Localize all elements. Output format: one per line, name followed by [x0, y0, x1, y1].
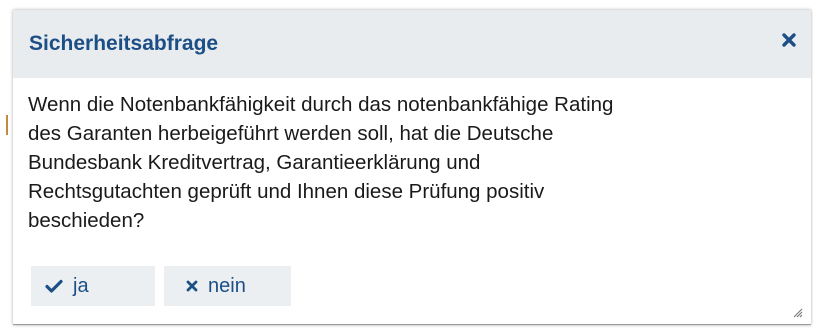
background-edge-mark: [6, 115, 8, 135]
no-button[interactable]: nein: [164, 266, 291, 306]
close-button[interactable]: [775, 26, 803, 54]
dialog-message: Wenn die Notenbankfähigkeit durch das no…: [28, 93, 614, 232]
yes-button[interactable]: ja: [31, 266, 155, 306]
no-button-label: nein: [208, 274, 246, 297]
close-icon: [186, 280, 198, 292]
resize-grip-icon[interactable]: [791, 306, 803, 318]
checkmark-icon: [45, 279, 63, 293]
dialog-title: Sicherheitsabfrage: [29, 32, 219, 55]
yes-button-label: ja: [73, 274, 89, 297]
confirmation-dialog: Sicherheitsabfrage Wenn die Notenbankfäh…: [13, 10, 811, 325]
dialog-titlebar: Sicherheitsabfrage: [13, 10, 811, 78]
close-icon: [782, 33, 796, 47]
